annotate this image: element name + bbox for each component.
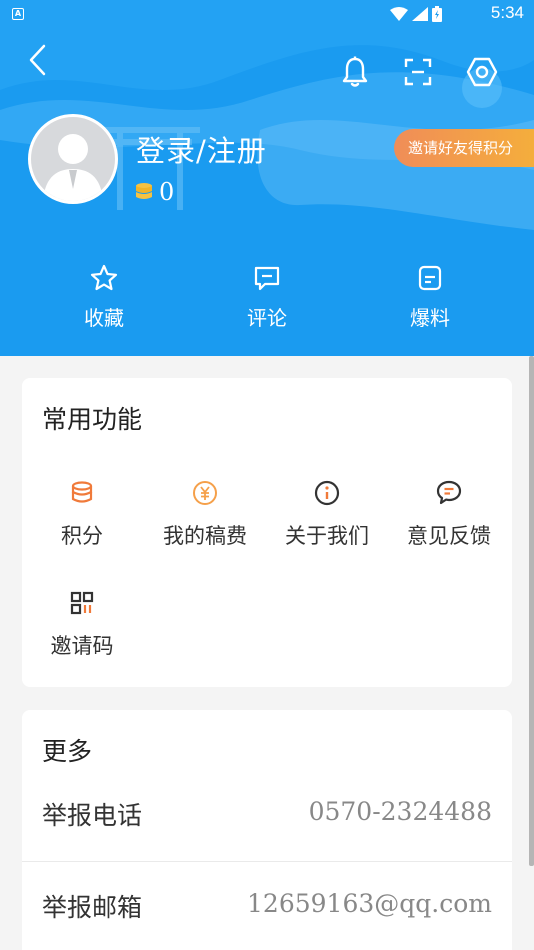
report-email-row[interactable]: 举报邮箱 12659163@qq.com (22, 862, 512, 950)
profile-header: A 5:34 登录/注册 0 邀请好友得积分 收藏 评论 爆料 (0, 0, 534, 356)
coins-stack-icon (136, 183, 152, 199)
coins-icon (71, 481, 93, 503)
settings-button[interactable] (464, 54, 500, 90)
wifi-icon (390, 7, 408, 21)
qrcode-icon (70, 591, 94, 615)
scan-icon (404, 58, 432, 86)
points-label: 积分 (61, 524, 103, 548)
favorites-label: 收藏 (84, 306, 124, 330)
my-royalties-label: 我的稿费 (163, 524, 247, 548)
login-register-link[interactable]: 登录/注册 (136, 128, 267, 170)
about-us-label: 关于我们 (285, 524, 369, 548)
comment-icon (254, 266, 280, 291)
user-avatar[interactable] (28, 114, 118, 204)
points-button[interactable]: 积分 (22, 478, 142, 550)
feedback-icon (436, 480, 462, 505)
comments-button[interactable]: 评论 (207, 262, 327, 331)
yuan-icon (193, 481, 217, 505)
star-icon (90, 264, 118, 291)
report-phone-row[interactable]: 举报电话 0570-2324488 (22, 770, 512, 862)
signal-icon (412, 7, 428, 21)
battery-icon (432, 6, 442, 22)
favorites-button[interactable]: 收藏 (44, 262, 164, 331)
info-icon (314, 480, 340, 506)
my-royalties-button[interactable]: 我的稿费 (145, 478, 265, 550)
system-status-icons (390, 6, 442, 22)
about-us-button[interactable]: 关于我们 (267, 478, 387, 550)
status-time: 5:34 (490, 3, 524, 22)
coin-balance: 0 (135, 178, 174, 206)
notifications-button[interactable] (337, 54, 373, 90)
app-notification-icon: A (12, 8, 24, 20)
feedback-button[interactable]: 意见反馈 (389, 478, 509, 550)
common-functions-title: 常用功能 (42, 405, 143, 434)
report-icon (418, 265, 442, 291)
more-title: 更多 (42, 737, 93, 766)
status-bar: A 5:34 (0, 0, 534, 30)
feedback-label: 意见反馈 (407, 524, 491, 548)
default-avatar-icon (43, 134, 103, 201)
back-button[interactable] (24, 40, 54, 80)
tipoff-button[interactable]: 爆料 (370, 262, 490, 331)
report-email-label: 举报邮箱 (42, 893, 143, 922)
bell-icon (342, 56, 368, 87)
invite-friends-button[interactable]: 邀请好友得积分 (394, 129, 534, 167)
report-phone-value: 0570-2324488 (308, 797, 492, 826)
report-email-value: 12659163@qq.com (247, 889, 492, 918)
common-functions-card: 常用功能 积分 我的稿费 关于我们 意见反馈 邀请码 (22, 378, 512, 687)
coin-count: 0 (159, 178, 175, 206)
scan-button[interactable] (400, 54, 436, 90)
invite-code-label: 邀请码 (50, 634, 114, 658)
report-phone-label: 举报电话 (42, 801, 143, 830)
tipoff-label: 爆料 (410, 306, 450, 330)
scrollbar[interactable] (529, 356, 534, 866)
comments-label: 评论 (247, 306, 287, 330)
chevron-left-icon (29, 44, 46, 76)
more-card: 更多 举报电话 0570-2324488 举报邮箱 12659163@qq.co… (22, 710, 512, 950)
settings-hexagon-icon (466, 57, 498, 87)
invite-code-button[interactable]: 邀请码 (22, 588, 142, 660)
